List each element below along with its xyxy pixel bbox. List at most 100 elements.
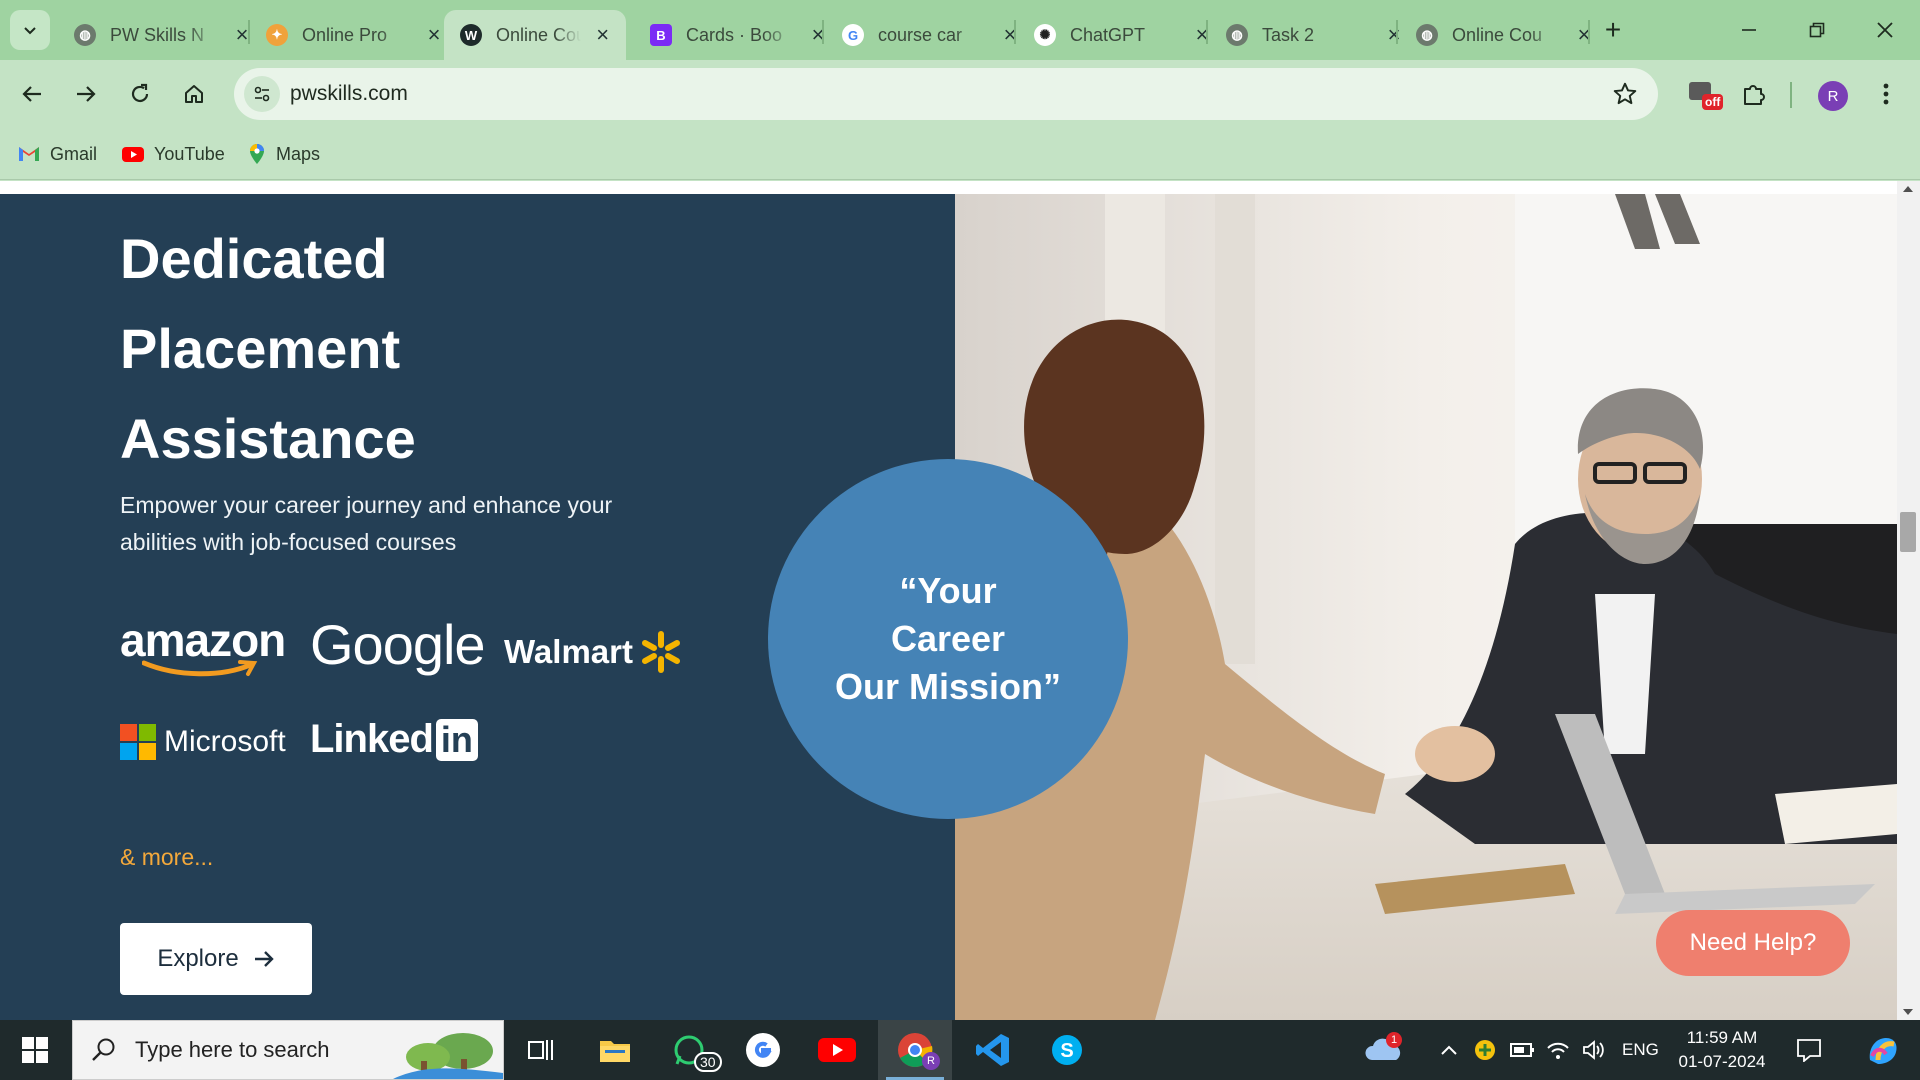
more-vertical-icon: [1883, 83, 1889, 105]
file-explorer-button[interactable]: [578, 1020, 652, 1080]
site-info-button[interactable]: [244, 76, 280, 112]
extensions-button[interactable]: [1734, 74, 1774, 114]
network-button[interactable]: [1546, 1020, 1570, 1080]
restore-icon: [1809, 22, 1825, 38]
tab-chatgpt[interactable]: ✺ ChatGPT ×: [1018, 10, 1226, 60]
pw-logo-icon: ✦: [266, 24, 288, 46]
amazon-smile-icon: [142, 660, 258, 677]
whatsapp-badge: 30: [694, 1052, 722, 1072]
onedrive-button[interactable]: 1: [1364, 1020, 1404, 1080]
need-help-button[interactable]: Need Help?: [1656, 910, 1850, 976]
home-button[interactable]: [174, 74, 214, 114]
language-indicator[interactable]: ENG: [1622, 1020, 1659, 1080]
bookmark-maps[interactable]: Maps: [248, 140, 320, 168]
new-tab-button[interactable]: +: [1590, 10, 1636, 50]
close-icon[interactable]: ×: [593, 22, 612, 48]
tab-cards-bootstrap[interactable]: B Cards · Boo ×: [634, 10, 842, 60]
forward-button[interactable]: [66, 74, 106, 114]
tab-online-courses-2[interactable]: ◍ Online Cou ×: [1400, 10, 1608, 60]
close-icon[interactable]: ×: [1192, 22, 1212, 48]
chevron-down-icon: [24, 27, 36, 35]
bookmark-gmail[interactable]: Gmail: [18, 140, 97, 168]
tab-divider: [1396, 20, 1398, 44]
globe-icon: ◍: [1416, 24, 1438, 46]
scroll-up-icon[interactable]: [1902, 185, 1914, 193]
tune-icon: [254, 86, 270, 102]
mission-quote: “Your Career Our Mission”: [835, 567, 1061, 711]
battery-status-button[interactable]: [1510, 1020, 1536, 1080]
battery-icon: [1510, 1043, 1534, 1057]
microsoft-squares-icon: [120, 724, 156, 760]
tab-strip: ◍ PW Skills N × ✦ Online Pro × W Online …: [0, 0, 1920, 60]
search-placeholder: Type here to search: [135, 1037, 330, 1062]
youtube-icon: [818, 1038, 856, 1062]
google-app-button[interactable]: [726, 1020, 800, 1080]
search-highlight-illustration: [393, 1033, 503, 1079]
url-text[interactable]: pwskills.com: [290, 82, 408, 106]
tab-divider: [1206, 20, 1208, 44]
reload-icon: [131, 83, 149, 103]
chevron-up-icon: [1441, 1045, 1457, 1055]
tab-title: PW Skills N: [110, 24, 204, 45]
reload-button[interactable]: [120, 74, 160, 114]
explore-label: Explore: [157, 945, 239, 972]
scrollbar-thumb[interactable]: [1900, 512, 1916, 552]
volume-button[interactable]: [1582, 1020, 1606, 1080]
scroll-down-icon[interactable]: [1902, 1008, 1914, 1016]
maps-icon: [250, 144, 264, 164]
linkedin-wordmark: Linked: [310, 717, 434, 761]
menu-button[interactable]: [1866, 74, 1906, 114]
chrome-button[interactable]: R: [878, 1020, 952, 1080]
vscode-icon: [976, 1034, 1009, 1066]
restore-button[interactable]: [1794, 10, 1840, 50]
minimize-button[interactable]: [1726, 10, 1772, 50]
tray-security-icon[interactable]: [1474, 1020, 1496, 1080]
cloud-badge: 1: [1386, 1032, 1402, 1048]
tab-task-2[interactable]: ◍ Task 2 ×: [1210, 10, 1418, 60]
tab-course-card[interactable]: G course car ×: [826, 10, 1034, 60]
back-button[interactable]: [12, 74, 52, 114]
page-headline: Dedicated Placement Assistance: [120, 214, 416, 484]
headline-line-3: Assistance: [120, 407, 416, 470]
address-bar[interactable]: pwskills.com: [234, 68, 1658, 120]
browser-toolbar: pwskills.com off R: [0, 60, 1920, 130]
copilot-button[interactable]: [1866, 1020, 1900, 1080]
taskbar-clock[interactable]: 11:59 AM 01-07-2024: [1668, 1026, 1776, 1074]
tab-online-courses-active[interactable]: W Online Cou ×: [444, 10, 626, 60]
page-scrollbar[interactable]: [1897, 181, 1920, 1020]
youtube-app-button[interactable]: [800, 1020, 874, 1080]
close-icon[interactable]: ×: [808, 22, 828, 48]
skype-button[interactable]: S: [1030, 1020, 1104, 1080]
notifications-button[interactable]: [1796, 1020, 1822, 1080]
microsoft-logo: Microsoft: [120, 724, 286, 760]
notification-icon: [1797, 1039, 1821, 1062]
google-logo: Google: [310, 613, 486, 676]
show-hidden-icons-button[interactable]: [1440, 1020, 1458, 1080]
taskbar-search-box[interactable]: Type here to search: [72, 1020, 504, 1080]
tab-search-button[interactable]: [10, 10, 50, 50]
whatsapp-button[interactable]: 30: [652, 1020, 726, 1080]
close-icon[interactable]: ×: [424, 22, 444, 48]
bookmark-label: YouTube: [154, 143, 225, 164]
bookmarks-bar: Gmail YouTube Maps: [0, 130, 1920, 180]
vscode-button[interactable]: [956, 1020, 1030, 1080]
close-icon[interactable]: ×: [1000, 22, 1020, 48]
explore-button[interactable]: Explore: [120, 923, 312, 995]
bookmark-star-button[interactable]: [1612, 81, 1638, 112]
tab-online-pro[interactable]: ✦ Online Pro ×: [250, 10, 458, 60]
task-view-button[interactable]: [504, 1020, 578, 1080]
profile-avatar[interactable]: R: [1818, 81, 1848, 111]
tab-title: Online Cou: [1452, 24, 1543, 45]
copilot-icon: [1869, 1038, 1897, 1064]
bookmark-youtube[interactable]: YouTube: [122, 140, 225, 168]
google-icon: [746, 1033, 780, 1067]
extension-button[interactable]: off: [1682, 74, 1724, 114]
more-companies-link[interactable]: & more...: [120, 844, 213, 871]
start-button[interactable]: [0, 1020, 70, 1080]
close-window-button[interactable]: [1862, 10, 1908, 50]
tab-pw-skills[interactable]: ◍ PW Skills N ×: [58, 10, 266, 60]
globe-icon: ◍: [1226, 24, 1248, 46]
tab-title: Online Cou: [496, 24, 582, 45]
profile-initial: R: [1827, 87, 1839, 105]
chrome-profile-badge: R: [922, 1052, 940, 1070]
